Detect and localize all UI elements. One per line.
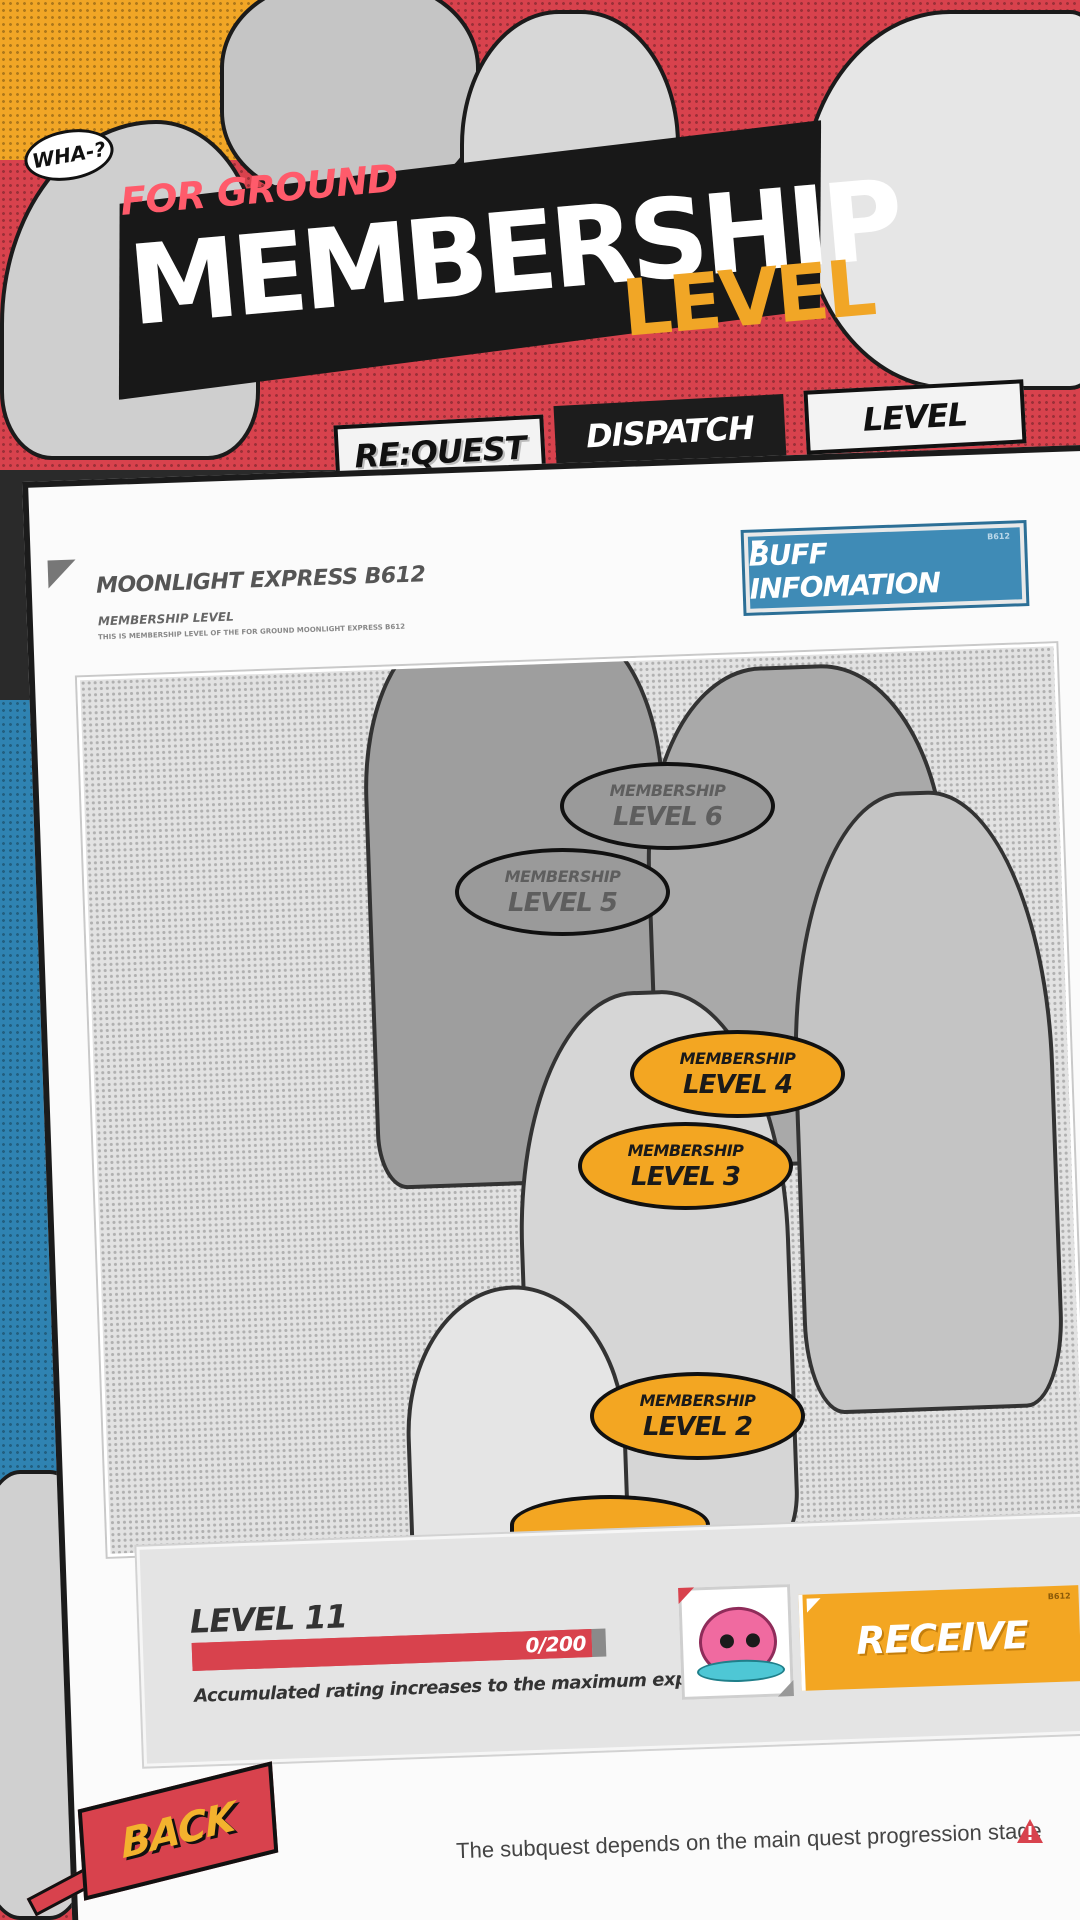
corner-icon <box>806 1598 822 1613</box>
bubble-level: LEVEL 4 <box>683 1069 793 1100</box>
bubble-caption: MEMBERSHIP <box>504 866 621 886</box>
page-title-accent: LEVEL <box>618 243 877 355</box>
bubble-level: LEVEL 3 <box>631 1161 741 1192</box>
corner-icon <box>751 540 767 555</box>
section-marker-icon <box>47 559 77 589</box>
level-bubble-3[interactable]: MEMBERSHIP LEVEL 3 <box>578 1122 793 1210</box>
button-tag: B612 <box>987 531 1011 542</box>
bubble-caption: MEMBERSHIP <box>609 780 726 800</box>
buff-info-button[interactable]: B612 BUFF INFOMATION <box>743 523 1027 613</box>
progress-value: 0/200 <box>525 1631 587 1658</box>
level-bubble-5[interactable]: MEMBERSHIP LEVEL 5 <box>455 848 670 936</box>
level-bubble-2[interactable]: MEMBERSHIP LEVEL 2 <box>590 1372 805 1460</box>
tab-level[interactable]: LEVEL <box>803 379 1027 455</box>
pink-pufferfish-icon <box>696 1605 786 1684</box>
progress-endcap <box>591 1628 607 1658</box>
level-bubble-4[interactable]: MEMBERSHIP LEVEL 4 <box>630 1030 845 1118</box>
level-bubble-6[interactable]: MEMBERSHIP LEVEL 6 <box>560 762 775 850</box>
warning-icon <box>1017 1819 1043 1843</box>
bubble-caption: MEMBERSHIP <box>679 1048 796 1068</box>
receive-label: RECEIVE <box>855 1612 1029 1663</box>
bubble-caption: MEMBERSHIP <box>627 1140 744 1160</box>
current-level: LEVEL 11 <box>189 1597 348 1641</box>
buff-info-label: BUFF INFOMATION <box>747 537 941 606</box>
bubble-level: LEVEL 6 <box>613 801 723 832</box>
bubble-level: LEVEL 2 <box>643 1411 753 1442</box>
receive-button[interactable]: B612 RECEIVE <box>798 1585 1080 1691</box>
button-tag: B612 <box>1047 1591 1071 1602</box>
bubble-level: LEVEL 5 <box>508 887 618 918</box>
back-label: BACK <box>119 1793 237 1869</box>
reward-slot[interactable] <box>678 1584 794 1700</box>
bubble-caption: MEMBERSHIP <box>639 1390 756 1410</box>
